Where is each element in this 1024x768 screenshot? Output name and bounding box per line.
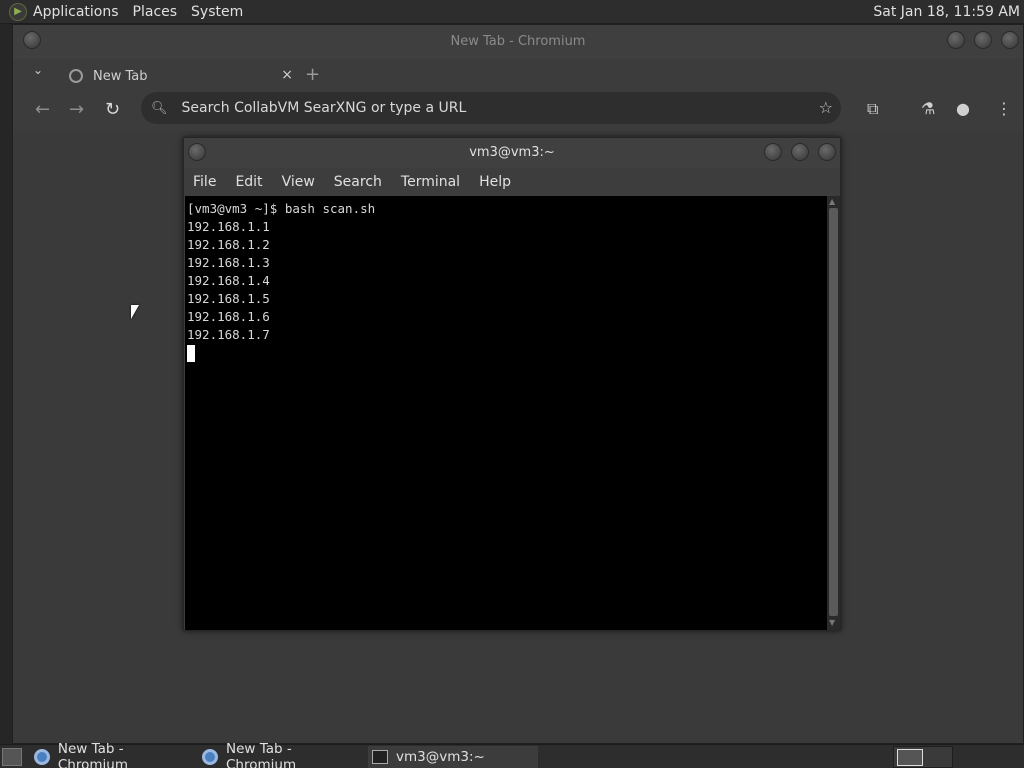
taskbar-item-chromium-2[interactable]: New Tab - Chromium xyxy=(198,741,366,768)
terminal-window: vm3@vm3:~ File Edit View Search Terminal… xyxy=(183,137,841,631)
menu-places[interactable]: Places xyxy=(133,4,178,20)
menu-help[interactable]: Help xyxy=(479,174,511,190)
profile-avatar-icon[interactable]: ● xyxy=(956,99,970,118)
taskbar: New Tab - Chromium New Tab - Chromium vm… xyxy=(0,741,1024,768)
terminal-cursor xyxy=(187,345,195,362)
forward-arrow-icon[interactable]: → xyxy=(69,99,84,120)
menu-terminal[interactable]: Terminal xyxy=(401,174,460,190)
extensions-puzzle-icon[interactable]: ⧉ xyxy=(867,99,878,119)
reload-icon[interactable]: ↻ xyxy=(105,99,120,120)
distro-logo-icon[interactable]: ▶ xyxy=(9,2,27,21)
mouse-pointer-icon xyxy=(131,305,139,319)
address-bar-placeholder: Search CollabVM SearXNG or type a URL xyxy=(181,100,467,116)
tab-strip: ⌄ New Tab × + xyxy=(13,59,1023,89)
terminal-line: [vm3@vm3 ~]$ bash scan.sh xyxy=(187,201,376,216)
terminal-line: 192.168.1.1 xyxy=(187,219,270,234)
clock[interactable]: Sat Jan 18, 11:59 AM xyxy=(873,4,1020,20)
menu-edit[interactable]: Edit xyxy=(235,174,262,190)
menu-applications[interactable]: Applications xyxy=(33,4,119,20)
browser-toolbar: ← → ↻ 🔍︎ Search CollabVM SearXNG or type… xyxy=(13,89,1023,131)
taskbar-item-label: New Tab - Chromium xyxy=(225,741,297,768)
terminal-scrollbar[interactable]: ▲ ▼ xyxy=(827,196,840,630)
desktop-edge xyxy=(0,24,12,744)
globe-icon xyxy=(69,69,83,83)
scrollbar-thumb[interactable] xyxy=(829,208,838,616)
terminal-titlebar[interactable]: vm3@vm3:~ xyxy=(184,138,840,168)
new-tab-button[interactable]: + xyxy=(305,64,320,85)
chromium-icon xyxy=(202,749,218,765)
address-bar[interactable]: 🔍︎ Search CollabVM SearXNG or type a URL… xyxy=(141,92,841,124)
terminal-line: 192.168.1.7 xyxy=(187,327,270,342)
bookmark-star-icon[interactable]: ☆ xyxy=(819,98,833,117)
menu-system[interactable]: System xyxy=(191,4,243,20)
terminal-line: 192.168.1.2 xyxy=(187,237,270,252)
workspace-switcher[interactable] xyxy=(893,746,953,768)
labs-flask-icon[interactable]: ⚗ xyxy=(921,99,935,118)
terminal-close-button[interactable] xyxy=(818,143,836,161)
tab-new-tab[interactable]: New Tab × xyxy=(57,61,293,91)
tab-search-chevron-icon[interactable]: ⌄ xyxy=(33,63,43,77)
terminal-line: 192.168.1.3 xyxy=(187,255,270,270)
taskbar-item-terminal[interactable]: vm3@vm3:~ xyxy=(368,746,538,768)
maximize-button[interactable] xyxy=(974,31,992,49)
show-desktop-button[interactable] xyxy=(2,748,22,766)
kebab-menu-icon[interactable]: ⋮ xyxy=(996,99,1012,118)
terminal-output[interactable]: [vm3@vm3 ~]$ bash scan.sh 192.168.1.1 19… xyxy=(185,196,827,630)
back-arrow-icon[interactable]: ← xyxy=(35,99,50,120)
chromium-window-title: New Tab - Chromium xyxy=(450,34,586,49)
menu-file[interactable]: File xyxy=(193,174,216,190)
chromium-titlebar[interactable]: New Tab - Chromium xyxy=(13,25,1023,59)
workspace-1[interactable] xyxy=(897,749,923,766)
tab-close-icon[interactable]: × xyxy=(281,67,293,83)
terminal-icon xyxy=(372,750,388,764)
scroll-down-arrow-icon[interactable]: ▼ xyxy=(829,618,835,627)
taskbar-item-label: vm3@vm3:~ xyxy=(396,749,485,765)
terminal-line: 192.168.1.5 xyxy=(187,291,270,306)
taskbar-item-label: New Tab - Chromium xyxy=(57,741,128,768)
tab-label: New Tab xyxy=(93,68,148,84)
close-button[interactable] xyxy=(1001,31,1019,49)
menu-view[interactable]: View xyxy=(282,174,315,190)
terminal-line: 192.168.1.6 xyxy=(187,309,270,324)
top-panel: ▶ Applications Places System Sat Jan 18,… xyxy=(0,0,1024,24)
search-icon: 🔍︎ xyxy=(151,100,168,116)
taskbar-item-chromium-1[interactable]: New Tab - Chromium xyxy=(30,741,196,768)
menu-search[interactable]: Search xyxy=(334,174,382,190)
minimize-button[interactable] xyxy=(947,31,965,49)
scroll-up-arrow-icon[interactable]: ▲ xyxy=(829,197,835,206)
terminal-line: 192.168.1.4 xyxy=(187,273,270,288)
terminal-minimize-button[interactable] xyxy=(764,143,782,161)
chromium-icon xyxy=(34,749,50,765)
terminal-maximize-button[interactable] xyxy=(791,143,809,161)
terminal-menubar: File Edit View Search Terminal Help xyxy=(184,168,840,196)
terminal-window-title: vm3@vm3:~ xyxy=(469,145,555,160)
